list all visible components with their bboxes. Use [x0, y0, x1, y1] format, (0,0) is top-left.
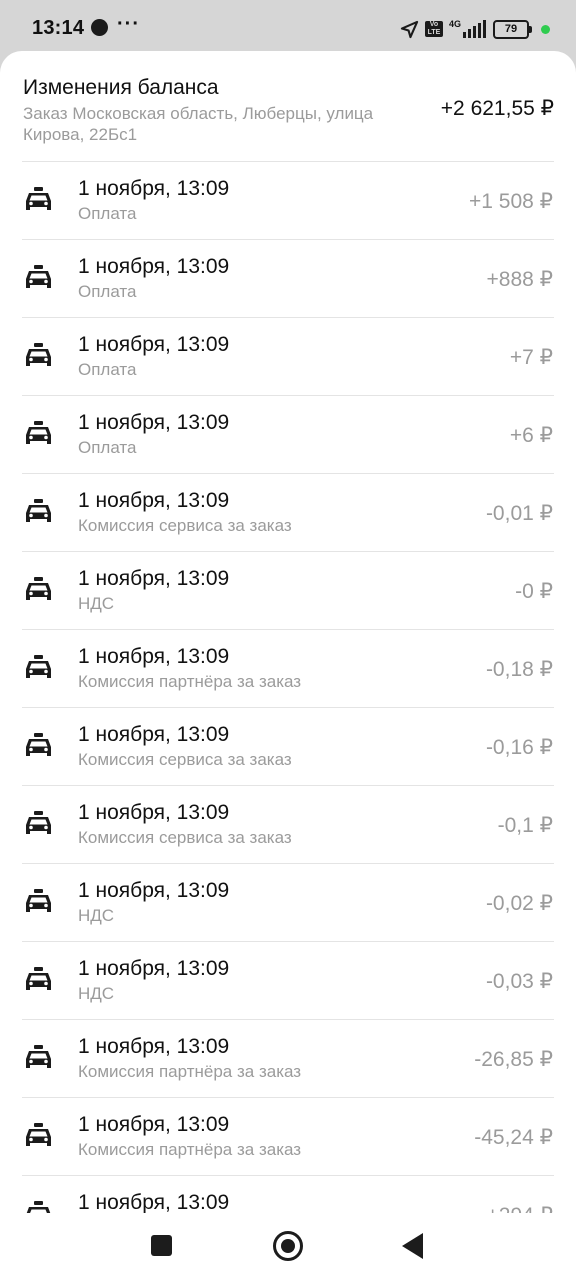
balance-title: Изменения баланса	[23, 76, 219, 99]
transaction-date: 1 ноября, 13:09	[78, 489, 230, 512]
transaction-row[interactable]: 1 ноября, 13:09 Оплата +6 ₽	[0, 396, 576, 474]
transaction-row[interactable]: 1 ноября, 13:09 НДС -0,03 ₽	[0, 942, 576, 1020]
transaction-row[interactable]: 1 ноября, 13:09 Комиссия сервиса за зака…	[0, 708, 576, 786]
transaction-amount: -0,16 ₽	[485, 736, 553, 759]
transaction-description: Комиссия сервиса за заказ	[78, 516, 292, 535]
status-bar: 13:14 ··· Vo LTE 4G 79	[0, 0, 576, 58]
balance-total: +2 621,55 ₽	[440, 97, 554, 120]
transaction-description: Комиссия сервиса за заказ	[78, 828, 292, 847]
transaction-date: 1 ноября, 13:09	[78, 333, 230, 356]
taxi-car-icon	[26, 343, 51, 366]
transactions-list: 1 ноября, 13:09 Оплата +1 508 ₽ 1 ноября…	[0, 162, 576, 1213]
taxi-car-icon	[26, 889, 51, 912]
taxi-car-icon	[26, 1045, 51, 1068]
transaction-amount: -0,18 ₽	[485, 658, 553, 681]
transaction-description: Комиссия партнёра за заказ	[78, 672, 302, 691]
transaction-row[interactable]: 1 ноября, 13:09 Комиссия партнёра за зак…	[0, 630, 576, 708]
order-address: Заказ Московская область, Люберцы, улица…	[23, 104, 374, 144]
privacy-indicator-dot	[541, 24, 550, 34]
transaction-amount: -45,24 ₽	[474, 1126, 553, 1149]
transaction-amount: +7 ₽	[509, 346, 553, 369]
transaction-description: НДС	[78, 984, 115, 1003]
more-notifications-icon: ···	[117, 13, 140, 35]
back-button[interactable]	[402, 1233, 423, 1259]
balance-header: Изменения баланса Заказ Московская облас…	[22, 51, 554, 162]
transaction-amount: +1 508 ₽	[468, 190, 553, 213]
transaction-amount: -26,85 ₽	[474, 1048, 553, 1071]
taxi-car-icon	[26, 577, 51, 600]
transaction-description: Оплата	[78, 438, 137, 457]
status-time: 13:14	[32, 17, 85, 39]
transaction-amount: -0,1 ₽	[497, 814, 553, 837]
home-button[interactable]	[273, 1231, 303, 1261]
transaction-date: 1 ноября, 13:09	[78, 411, 230, 434]
system-navigation-bar	[0, 1213, 576, 1280]
taxi-car-icon	[26, 1201, 51, 1213]
transaction-amount: -0,01 ₽	[485, 502, 553, 525]
taxi-car-icon	[26, 421, 51, 444]
taxi-car-icon	[26, 1123, 51, 1146]
transaction-row[interactable]: 1 ноября, 13:09 Оплата +888 ₽	[0, 240, 576, 318]
transaction-date: 1 ноября, 13:09	[78, 879, 230, 902]
transaction-description: НДС	[78, 906, 115, 925]
battery-indicator: 79	[493, 19, 532, 39]
transaction-date: 1 ноября, 13:09	[78, 957, 230, 980]
transaction-amount: +888 ₽	[486, 268, 554, 291]
recents-button[interactable]	[151, 1235, 172, 1256]
volte-icon: Vo LTE	[424, 21, 443, 37]
taxi-car-icon	[26, 187, 51, 210]
transaction-description: Оплата	[78, 282, 137, 301]
transaction-date: 1 ноября, 13:09	[78, 255, 230, 278]
taxi-car-icon	[26, 967, 51, 990]
signal-strength-icon	[463, 20, 486, 38]
network-type-label: 4G	[448, 18, 461, 29]
transaction-date: 1 ноября, 13:09	[78, 801, 230, 824]
transaction-row[interactable]: 1 ноября, 13:09 Оплата +7 ₽	[0, 318, 576, 396]
taxi-car-icon	[26, 733, 51, 756]
location-arrow-icon	[400, 20, 419, 38]
transaction-date: 1 ноября, 13:09	[78, 1191, 230, 1213]
transaction-row[interactable]: 1 ноября, 13:09 Комиссия партнёра за зак…	[0, 1020, 576, 1098]
transaction-row[interactable]: 1 ноября, 13:09 НДС -0 ₽	[0, 552, 576, 630]
transaction-row[interactable]: 1 ноября, 13:09 Оплата +1 508 ₽	[0, 162, 576, 240]
transaction-row[interactable]: 1 ноября, 13:09 Комиссия сервиса за зака…	[0, 786, 576, 864]
transaction-amount: -0 ₽	[515, 580, 553, 603]
transaction-description: Оплата	[78, 360, 137, 379]
transaction-description: Комиссия сервиса за заказ	[78, 750, 292, 769]
transaction-amount: +6 ₽	[509, 424, 553, 447]
taxi-car-icon	[26, 655, 51, 678]
status-indicators: Vo LTE 4G 79	[400, 18, 550, 40]
transaction-date: 1 ноября, 13:09	[78, 1035, 230, 1058]
transaction-date: 1 ноября, 13:09	[78, 723, 230, 746]
transaction-date: 1 ноября, 13:09	[78, 567, 230, 590]
transaction-row[interactable]: 1 ноября, 13:09 +294 ₽	[0, 1176, 576, 1213]
transaction-description: НДС	[78, 594, 115, 613]
transaction-description: Оплата	[78, 204, 137, 223]
taxi-car-icon	[26, 499, 51, 522]
transaction-description: Комиссия партнёра за заказ	[78, 1140, 302, 1159]
transaction-row[interactable]: 1 ноября, 13:09 Комиссия партнёра за зак…	[0, 1098, 576, 1176]
taxi-car-icon	[26, 811, 51, 834]
notification-dot-icon	[91, 19, 108, 36]
transaction-date: 1 ноября, 13:09	[78, 177, 230, 200]
transaction-row[interactable]: 1 ноября, 13:09 НДС -0,02 ₽	[0, 864, 576, 942]
balance-changes-sheet: Изменения баланса Заказ Московская облас…	[0, 51, 576, 1213]
transaction-row[interactable]: 1 ноября, 13:09 Комиссия сервиса за зака…	[0, 474, 576, 552]
taxi-car-icon	[26, 265, 51, 288]
transaction-date: 1 ноября, 13:09	[78, 645, 230, 668]
transaction-description: Комиссия партнёра за заказ	[78, 1062, 302, 1081]
transaction-amount: -0,03 ₽	[485, 970, 553, 993]
transaction-amount: -0,02 ₽	[485, 892, 553, 915]
transaction-amount: +294 ₽	[487, 1203, 554, 1213]
transaction-date: 1 ноября, 13:09	[78, 1113, 230, 1136]
